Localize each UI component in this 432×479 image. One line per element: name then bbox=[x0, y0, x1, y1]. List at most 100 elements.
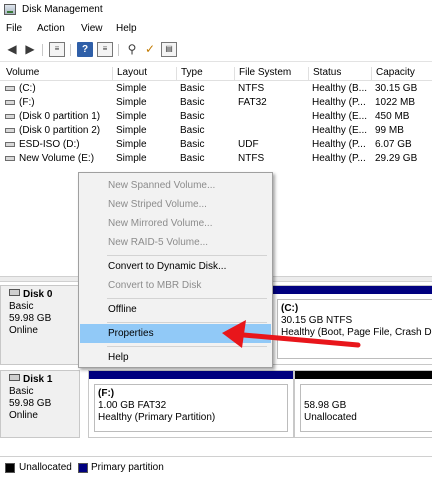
window-title: Disk Management bbox=[22, 4, 103, 15]
menu-separator bbox=[107, 346, 267, 347]
drive-icon bbox=[5, 114, 15, 119]
help-icon[interactable]: ? bbox=[77, 42, 93, 57]
disk-status: Online bbox=[9, 410, 38, 421]
volume-layout: Simple bbox=[116, 125, 147, 136]
menu-item-convert-mbr[interactable]: Convert to MBR Disk bbox=[80, 276, 271, 295]
volume-status: Healthy (P... bbox=[312, 139, 366, 150]
volume-row[interactable]: (Disk 0 partition 1) Simple Basic Health… bbox=[0, 110, 432, 124]
menu-view[interactable]: View bbox=[81, 23, 103, 34]
volume-row[interactable]: (F:) Simple Basic FAT32 Healthy (P... 10… bbox=[0, 96, 432, 110]
volume-status: Healthy (E... bbox=[312, 111, 368, 122]
volume-row[interactable]: (Disk 0 partition 2) Simple Basic Health… bbox=[0, 124, 432, 138]
back-arrow-icon[interactable]: ◀ bbox=[4, 42, 20, 57]
disk-0-label[interactable]: Disk 0 Basic 59.98 GB Online bbox=[0, 285, 80, 365]
volume-layout: Simple bbox=[116, 111, 147, 122]
menu-item-new-spanned-volume[interactable]: New Spanned Volume... bbox=[80, 176, 271, 195]
column-header-layout[interactable]: Layout bbox=[112, 67, 176, 81]
menu-help[interactable]: Help bbox=[116, 23, 137, 34]
volume-name: (C:) bbox=[19, 83, 36, 94]
partition-details: (F:) 1.00 GB FAT32 Healthy (Primary Part… bbox=[94, 384, 288, 432]
volume-capacity: 99 MB bbox=[375, 125, 404, 136]
menu-item-new-raid5-volume[interactable]: New RAID-5 Volume... bbox=[80, 233, 271, 252]
volume-row[interactable]: (C:) Simple Basic NTFS Healthy (B... 30.… bbox=[0, 82, 432, 96]
optical-drive-icon bbox=[5, 142, 15, 147]
volume-row[interactable]: ESD-ISO (D:) Simple Basic UDF Healthy (P… bbox=[0, 138, 432, 152]
disk-1-label[interactable]: Disk 1 Basic 59.98 GB Online bbox=[0, 370, 80, 438]
volume-type: Basic bbox=[180, 83, 205, 94]
properties-icon[interactable]: ▤ bbox=[161, 42, 177, 57]
volume-type: Basic bbox=[180, 139, 205, 150]
menu-item-new-striped-volume[interactable]: New Striped Volume... bbox=[80, 195, 271, 214]
title-bar: Disk Management bbox=[0, 0, 432, 20]
volume-type: Basic bbox=[180, 125, 205, 136]
partition-f[interactable]: (F:) 1.00 GB FAT32 Healthy (Primary Part… bbox=[88, 370, 294, 438]
context-menu: New Spanned Volume... New Striped Volume… bbox=[78, 172, 273, 368]
volume-status: Healthy (P... bbox=[312, 97, 366, 108]
disk-size: 59.98 GB bbox=[9, 313, 52, 324]
partition-size: 58.98 GB bbox=[304, 400, 347, 411]
column-header-capacity[interactable]: Capacity bbox=[371, 67, 432, 81]
drive-icon bbox=[5, 100, 15, 105]
legend-swatch-primary bbox=[78, 463, 88, 473]
volume-capacity: 450 MB bbox=[375, 111, 410, 122]
drive-icon bbox=[5, 156, 15, 161]
drive-icon bbox=[5, 86, 15, 91]
volume-name: (Disk 0 partition 2) bbox=[19, 125, 101, 136]
column-header-file-system[interactable]: File System bbox=[234, 67, 308, 81]
volume-layout: Simple bbox=[116, 153, 147, 164]
partition-bar bbox=[295, 371, 432, 379]
volume-capacity: 6.07 GB bbox=[375, 139, 412, 150]
menu-bar: File Action View Help bbox=[0, 20, 432, 38]
check-icon[interactable]: ✓ bbox=[142, 42, 158, 57]
menu-item-convert-dynamic[interactable]: Convert to Dynamic Disk... bbox=[80, 257, 271, 276]
partition-unallocated[interactable]: 58.98 GB Unallocated bbox=[294, 370, 432, 438]
volume-file-system: FAT32 bbox=[238, 97, 267, 108]
partition-health: Unallocated bbox=[304, 412, 357, 423]
disk-size: 59.98 GB bbox=[9, 398, 52, 409]
volume-list-icon[interactable]: ≡ bbox=[49, 42, 65, 57]
disk-management-app-icon bbox=[4, 4, 16, 15]
volume-status: Healthy (B... bbox=[312, 83, 368, 94]
menu-separator bbox=[107, 322, 267, 323]
volume-file-system: NTFS bbox=[238, 153, 265, 164]
toolbar-separator bbox=[118, 44, 119, 56]
forward-arrow-icon[interactable]: ▶ bbox=[22, 42, 38, 57]
volume-file-system: NTFS bbox=[238, 83, 265, 94]
volume-file-system: UDF bbox=[238, 139, 259, 150]
drive-icon bbox=[5, 128, 15, 133]
menu-item-offline[interactable]: Offline bbox=[80, 300, 271, 319]
menu-separator bbox=[107, 298, 267, 299]
partition-name bbox=[304, 388, 432, 400]
legend: Unallocated Primary partition bbox=[0, 456, 432, 479]
volume-layout: Simple bbox=[116, 139, 147, 150]
menu-item-properties[interactable]: Properties bbox=[80, 324, 271, 343]
menu-item-new-mirrored-volume[interactable]: New Mirrored Volume... bbox=[80, 214, 271, 233]
volume-status: Healthy (E... bbox=[312, 125, 368, 136]
volume-capacity: 29.29 GB bbox=[375, 153, 418, 164]
volume-name: (F:) bbox=[19, 97, 35, 108]
volume-status: Healthy (P... bbox=[312, 153, 366, 164]
volume-type: Basic bbox=[180, 97, 205, 108]
legend-swatch-unallocated bbox=[5, 463, 15, 473]
column-header-type[interactable]: Type bbox=[176, 67, 234, 81]
connect-icon[interactable]: ⚲ bbox=[124, 42, 140, 57]
disk-type: Basic bbox=[9, 301, 34, 312]
toolbar-separator bbox=[42, 44, 43, 56]
disk-name: Disk 0 bbox=[9, 289, 79, 301]
volume-name: (Disk 0 partition 1) bbox=[19, 111, 101, 122]
partition-health: Healthy (Primary Partition) bbox=[98, 412, 216, 423]
column-header-volume[interactable]: Volume bbox=[2, 67, 112, 81]
menu-file[interactable]: File bbox=[6, 23, 22, 34]
toolbar: ◀ ▶ ≡ ? ≡ ⚲ ✓ ▤ bbox=[0, 38, 432, 62]
column-header-status[interactable]: Status bbox=[308, 67, 371, 81]
volume-row[interactable]: New Volume (E:) Simple Basic NTFS Health… bbox=[0, 152, 432, 166]
legend-label-unallocated: Unallocated bbox=[19, 462, 72, 473]
partition-details: 58.98 GB Unallocated bbox=[300, 384, 432, 432]
disk-type: Basic bbox=[9, 386, 34, 397]
menu-item-help[interactable]: Help bbox=[80, 348, 271, 367]
volume-layout: Simple bbox=[116, 83, 147, 94]
disk-list-icon[interactable]: ≡ bbox=[97, 42, 113, 57]
menu-action[interactable]: Action bbox=[37, 23, 65, 34]
legend-label-primary: Primary partition bbox=[91, 462, 164, 473]
volume-name: New Volume (E:) bbox=[19, 153, 95, 164]
